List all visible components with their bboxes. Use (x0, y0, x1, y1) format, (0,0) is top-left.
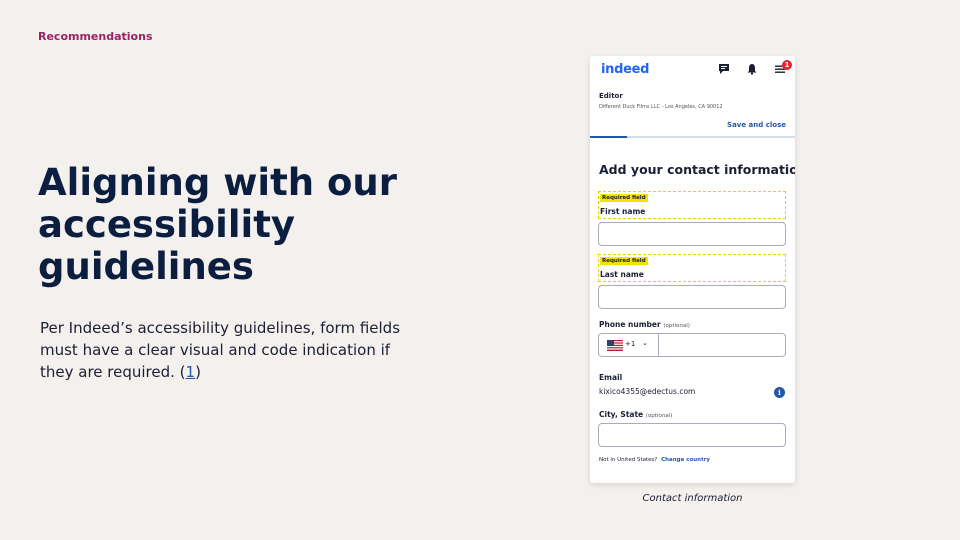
image-caption: Contact information (642, 493, 743, 504)
optional-tag: (optional) (645, 413, 673, 419)
reference-link[interactable]: 1 (186, 363, 196, 381)
city-state-input[interactable] (598, 423, 786, 447)
info-icon[interactable]: i (774, 387, 785, 398)
required-tag: Required field (600, 194, 648, 202)
body-close: ) (195, 363, 201, 381)
last-name-label: Last name (600, 270, 644, 279)
bell-icon[interactable] (746, 63, 758, 75)
first-name-label-group: Required field First name (598, 191, 786, 219)
country-code: +1 (625, 340, 636, 348)
required-tag: Required field (600, 257, 648, 265)
job-title: Editor (599, 92, 623, 100)
kicker: Recommendations (38, 30, 153, 43)
notification-badge: 1 (782, 60, 792, 70)
not-in-us-text: Not in United States? (599, 457, 658, 463)
progress-fill (590, 136, 627, 138)
job-subtitle: Different Duck Films LLC - Los Angeles, … (599, 104, 723, 110)
last-name-input[interactable] (598, 285, 786, 309)
country-code-select[interactable]: +1 ⌄ (599, 334, 659, 356)
email-value: kixico4355@edectus.com (599, 387, 696, 396)
messages-icon[interactable] (718, 63, 730, 75)
email-label: Email (599, 373, 623, 382)
form-title: Add your contact information (599, 162, 795, 177)
country-note: Not in United States? Change country (599, 457, 710, 463)
body-text: Per Indeed’s accessibility guidelines, f… (40, 317, 425, 383)
mobile-screenshot: indeed 1 Editor Different Duck Films LLC… (590, 56, 795, 483)
change-country-link[interactable]: Change country (661, 457, 710, 463)
optional-tag: (optional) (663, 323, 690, 329)
first-name-input[interactable] (598, 222, 786, 246)
phone-label-text: Phone number (599, 320, 661, 329)
phone-input[interactable]: +1 ⌄ (598, 333, 786, 357)
last-name-label-group: Required field Last name (598, 254, 786, 282)
indeed-logo[interactable]: indeed (601, 62, 649, 77)
first-name-label: First name (600, 207, 646, 216)
save-and-close-link[interactable]: Save and close (727, 121, 786, 129)
chevron-down-icon: ⌄ (642, 339, 648, 347)
city-state-label-text: City, State (599, 410, 644, 419)
us-flag-icon (607, 340, 623, 351)
city-state-label: City, State (optional) (599, 410, 672, 419)
app-header: indeed 1 (590, 56, 795, 84)
progress-bar (590, 136, 795, 138)
body-paragraph: Per Indeed’s accessibility guidelines, f… (40, 319, 401, 381)
page-title: Aligning with our accessibility guidelin… (38, 161, 397, 288)
phone-label: Phone number (optional) (599, 320, 690, 329)
